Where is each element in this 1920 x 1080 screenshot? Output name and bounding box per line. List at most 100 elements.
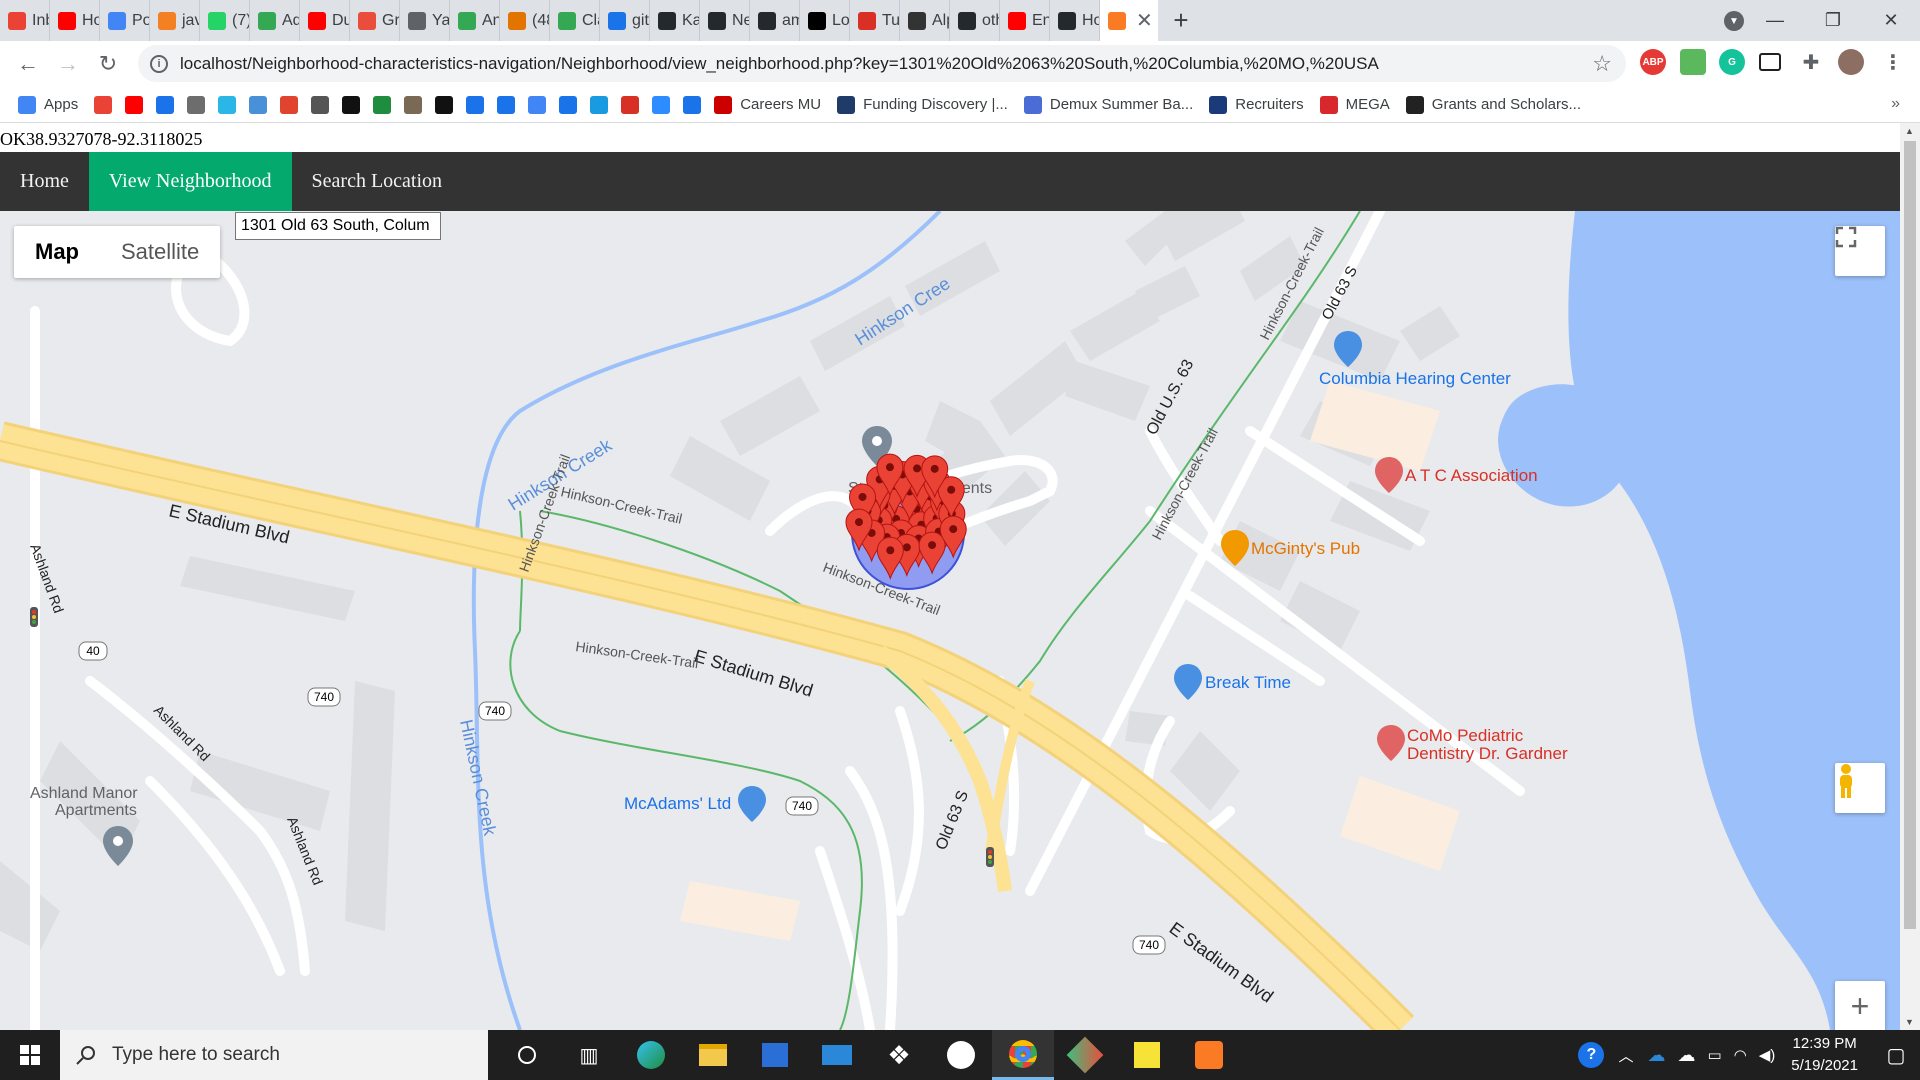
bookmark-item[interactable] <box>342 95 361 114</box>
scroll-up-icon[interactable]: ▲ <box>1905 126 1914 136</box>
browser-tab[interactable]: An <box>450 0 500 41</box>
bookmark-item[interactable] <box>404 95 423 114</box>
browser-tab[interactable]: jav <box>150 0 200 41</box>
browser-tab[interactable]: En <box>1000 0 1050 41</box>
bookmark-item[interactable] <box>187 95 206 114</box>
site-info-icon[interactable]: i <box>150 54 168 73</box>
browser-tab[interactable]: Inb <box>0 0 50 41</box>
address-bar[interactable]: i localhost/Neighborhood-characteristics… <box>138 45 1626 82</box>
bookmark-item[interactable] <box>435 95 454 114</box>
browser-tab[interactable]: Ho <box>50 0 100 41</box>
reload-button[interactable]: ↻ <box>88 51 128 77</box>
maximize-button[interactable]: ❐ <box>1804 0 1862 41</box>
browser-tab[interactable]: Ne <box>700 0 750 41</box>
active-tab[interactable]: ✕ <box>1100 0 1158 41</box>
close-tab-icon[interactable]: ✕ <box>1136 8 1153 33</box>
browser-tab[interactable]: am <box>750 0 800 41</box>
git-kraken-icon[interactable] <box>1054 1030 1116 1080</box>
bookmark-item[interactable] <box>497 95 516 114</box>
nav-view-neighborhood[interactable]: View Neighborhood <box>88 152 292 211</box>
map-type-map-button[interactable]: Map <box>14 226 100 278</box>
sticky-notes-icon[interactable] <box>1116 1030 1178 1080</box>
address-input[interactable]: 1301 Old 63 South, Colum <box>235 212 441 240</box>
nav-home[interactable]: Home <box>0 152 89 211</box>
bookmark-item[interactable] <box>218 95 237 114</box>
forward-button[interactable]: → <box>48 51 88 77</box>
bookmark-item[interactable] <box>249 95 268 114</box>
chevron-up-icon[interactable]: ︿ <box>1618 1045 1633 1066</box>
bookmark-item[interactable]: MEGA <box>1319 95 1390 114</box>
pegman-icon[interactable] <box>1835 763 1885 813</box>
browser-tab[interactable]: Du <box>300 0 350 41</box>
scrollbar-thumb[interactable] <box>1904 141 1916 929</box>
dropbox-icon[interactable]: ❖ <box>868 1030 930 1080</box>
bookmark-item[interactable] <box>125 95 144 114</box>
help-icon[interactable]: ? <box>1578 1042 1605 1068</box>
cast-icon[interactable] <box>1759 53 1781 71</box>
adblock-icon[interactable]: ABP <box>1640 49 1666 75</box>
extension-icon[interactable] <box>1680 49 1706 75</box>
mail-icon[interactable] <box>806 1030 868 1080</box>
browser-tab[interactable]: (48 <box>500 0 550 41</box>
browser-tab[interactable]: (7) <box>200 0 250 41</box>
profile-avatar[interactable] <box>1838 49 1864 75</box>
nav-search-location[interactable]: Search Location <box>292 152 463 211</box>
bookmark-item[interactable]: Funding Discovery |... <box>837 95 1008 114</box>
edge-icon[interactable] <box>620 1030 682 1080</box>
bookmark-item[interactable]: Recruiters <box>1209 95 1304 114</box>
store-icon[interactable] <box>744 1030 806 1080</box>
file-explorer-icon[interactable] <box>682 1030 744 1080</box>
browser-tab[interactable]: Lol <box>800 0 850 41</box>
bookmark-item[interactable] <box>528 95 547 114</box>
task-view-icon[interactable]: ▥ <box>558 1030 620 1080</box>
browser-tab[interactable]: Alp <box>900 0 950 41</box>
taskbar-search[interactable]: Type here to search <box>60 1030 488 1080</box>
notifications-icon[interactable]: ▢ <box>1872 1043 1920 1068</box>
clock[interactable]: 12:39 PM 5/19/2021 <box>1791 1033 1858 1077</box>
battery-icon[interactable]: ▭ <box>1707 1046 1721 1064</box>
bookmark-item[interactable] <box>621 95 640 114</box>
browser-tab[interactable]: Yav <box>400 0 450 41</box>
bookmark-item[interactable] <box>311 95 330 114</box>
new-tab-button[interactable]: + <box>1158 5 1204 36</box>
bookmark-item[interactable] <box>373 95 392 114</box>
bookmark-star-icon[interactable]: ☆ <box>1592 51 1612 77</box>
xampp-taskbar-icon[interactable] <box>1178 1030 1240 1080</box>
bookmark-item[interactable]: Careers MU <box>714 95 821 114</box>
volume-icon[interactable]: ◀) <box>1759 1046 1776 1064</box>
zoom-in-button[interactable]: + <box>1835 981 1885 1030</box>
minimize-button[interactable]: — <box>1746 0 1804 41</box>
grammarly-icon[interactable]: G <box>1719 49 1745 75</box>
browser-tab[interactable]: Ho <box>1050 0 1100 41</box>
bookmark-item[interactable] <box>652 95 671 114</box>
map-type-satellite-button[interactable]: Satellite <box>100 226 220 278</box>
map-canvas[interactable]: 740 740 740 740 40 E Stadium Blvd E Stad… <box>0 211 1900 1030</box>
browser-tab[interactable]: Ad <box>250 0 300 41</box>
bookmark-item[interactable] <box>466 95 485 114</box>
browser-tab[interactable]: Ka <box>650 0 700 41</box>
browser-tab[interactable]: oth <box>950 0 1000 41</box>
menu-icon[interactable]: ⋮ <box>1880 49 1906 75</box>
bookmark-item[interactable]: Apps <box>18 95 78 114</box>
onedrive-icon[interactable]: ☁ <box>1647 1045 1665 1066</box>
bookmark-item[interactable] <box>156 95 175 114</box>
back-button[interactable]: ← <box>8 51 48 77</box>
github-desktop-icon[interactable] <box>930 1030 992 1080</box>
bookmark-item[interactable]: Demux Summer Ba... <box>1023 95 1193 114</box>
close-window-button[interactable]: ✕ <box>1862 0 1920 41</box>
browser-tab[interactable]: Pol <box>100 0 150 41</box>
browser-tab[interactable]: Cla <box>550 0 600 41</box>
scroll-down-icon[interactable]: ▼ <box>1905 1017 1914 1027</box>
cortana-icon[interactable] <box>496 1030 558 1080</box>
page-scrollbar[interactable]: ▲ ▼ <box>1900 123 1920 1030</box>
bookmark-item[interactable] <box>280 95 299 114</box>
extensions-puzzle-icon[interactable]: ✚ <box>1798 49 1824 75</box>
browser-tab[interactable]: git <box>600 0 650 41</box>
browser-tab[interactable]: Tu <box>850 0 900 41</box>
bookmark-item[interactable] <box>559 95 578 114</box>
wifi-icon[interactable]: ◠ <box>1734 1046 1747 1064</box>
bookmark-item[interactable]: Grants and Scholars... <box>1405 95 1581 114</box>
browser-tab[interactable]: Gra <box>350 0 400 41</box>
bookmark-item[interactable] <box>590 95 609 114</box>
start-button[interactable] <box>0 1045 60 1065</box>
